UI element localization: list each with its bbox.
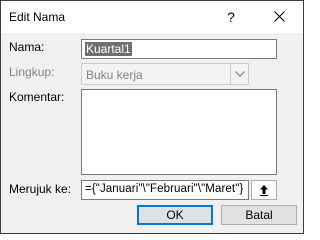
refers-to-label: Merujuk ke: xyxy=(9,182,72,196)
scope-label: Lingkup: xyxy=(9,65,55,79)
scope-dropdown-value: Buku kerja xyxy=(86,68,143,82)
chevron-down-icon xyxy=(234,71,245,77)
scope-dropdown-arrow[interactable] xyxy=(230,64,248,84)
collapse-dialog-icon xyxy=(260,185,268,196)
name-label: Nama: xyxy=(9,40,45,54)
window-title: Edit Nama xyxy=(9,10,66,24)
comment-textarea[interactable] xyxy=(81,89,277,175)
cancel-button[interactable]: Batal xyxy=(221,205,297,225)
close-button[interactable] xyxy=(265,6,293,28)
close-icon xyxy=(273,11,285,22)
refers-to-value: ={"Januari"\"Februari"\"Maret"} xyxy=(85,183,244,195)
ok-button[interactable]: OK xyxy=(137,205,213,225)
title-bar: Edit Nama ? xyxy=(1,1,303,33)
help-button[interactable]: ? xyxy=(222,7,240,27)
comment-label: Komentar: xyxy=(9,90,65,104)
name-input[interactable]: Kuartal1 xyxy=(81,39,277,59)
name-input-value: Kuartal1 xyxy=(85,42,132,56)
refers-to-input[interactable]: ={"Januari"\"Februari"\"Maret"} xyxy=(81,180,249,200)
collapse-dialog-button[interactable] xyxy=(251,180,277,200)
edit-name-dialog: Edit Nama ? Nama: Kuartal1 Lingkup: Buku… xyxy=(0,0,304,234)
scope-dropdown[interactable]: Buku kerja xyxy=(81,63,249,85)
